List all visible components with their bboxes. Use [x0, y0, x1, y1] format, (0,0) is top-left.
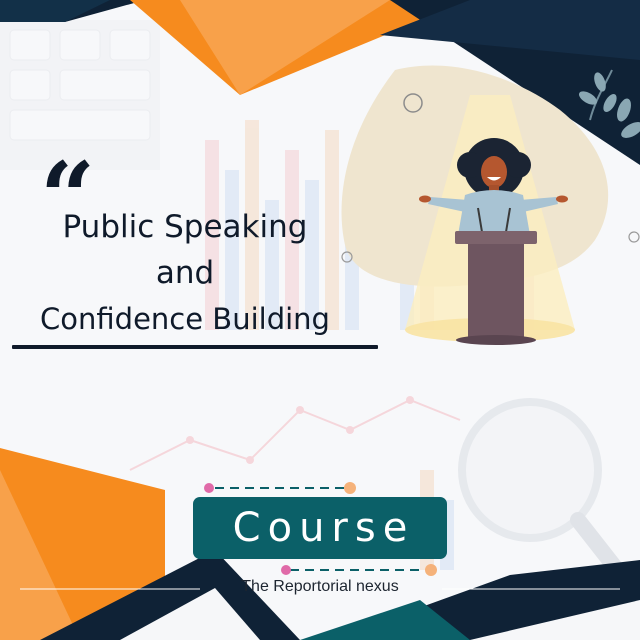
magnifier-icon [458, 398, 633, 588]
title-line-3: Confidence Building [40, 302, 330, 336]
bottom-right-shapes [300, 560, 640, 640]
brand-caption: The Reportorial nexus [241, 578, 399, 595]
course-badge: Course [193, 497, 447, 559]
title-line-1: Public Speaking [62, 209, 308, 245]
page-title: Public Speaking and Confidence Building [0, 204, 370, 342]
title-line-2: and [155, 255, 215, 291]
course-banner: “ Public Speaking and Confidence Buildin… [0, 0, 640, 640]
course-badge-label: Course [232, 505, 415, 551]
title-underline [12, 345, 378, 349]
